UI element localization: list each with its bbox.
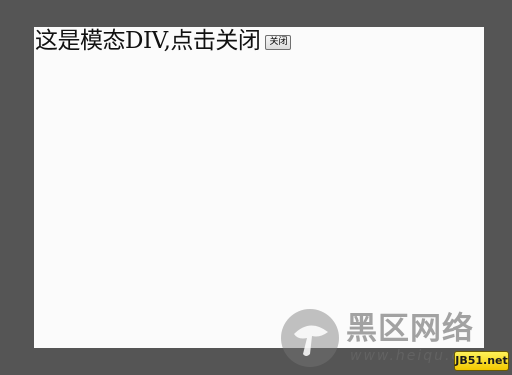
mushroom-logo-icon [281, 309, 339, 367]
watermark-badge: JB51.net [454, 351, 509, 371]
modal-dialog: 这是模态DIV,点击关闭 关闭 [34, 27, 484, 348]
modal-message: 这是模态DIV,点击关闭 [35, 28, 261, 54]
close-button[interactable]: 关闭 [265, 35, 292, 50]
watermark-title: 黑区网络 [346, 311, 474, 347]
modal-content: 这是模态DIV,点击关闭 关闭 [35, 27, 292, 55]
